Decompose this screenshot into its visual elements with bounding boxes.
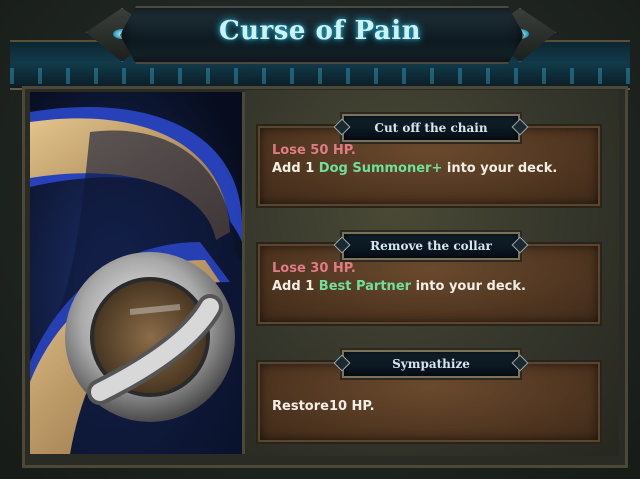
option-1-line-1: Lose 50 HP. [272,142,586,160]
option-1-title[interactable]: Cut off the chain [342,114,520,142]
hp-penalty-text: Lose 30 HP. [272,261,356,276]
option-2-title[interactable]: Remove the collar [342,232,520,260]
event-image [30,92,245,454]
event-title: Curse of Pain [218,16,422,46]
option-3-title[interactable]: Sympathize [342,350,520,378]
option-2-line-2: Add 1 Best Partner into your deck. [272,279,526,294]
card-name-text: Best Partner [318,279,412,294]
hp-penalty-text: Lose 50 HP. [272,143,356,158]
option-1-line-2: Add 1 Dog Summoner+ into your deck. [272,161,558,176]
option-2-line-1: Lose 30 HP. [272,260,586,278]
option-3-line-1: Restore10 HP. [272,399,375,414]
card-name-text: Dog Summoner+ [318,161,443,176]
header-pattern [10,68,630,84]
event-window: Curse of Pain Lose 50 HP. Add 1 Dog Summ… [0,0,640,479]
collar-icon [30,92,242,454]
